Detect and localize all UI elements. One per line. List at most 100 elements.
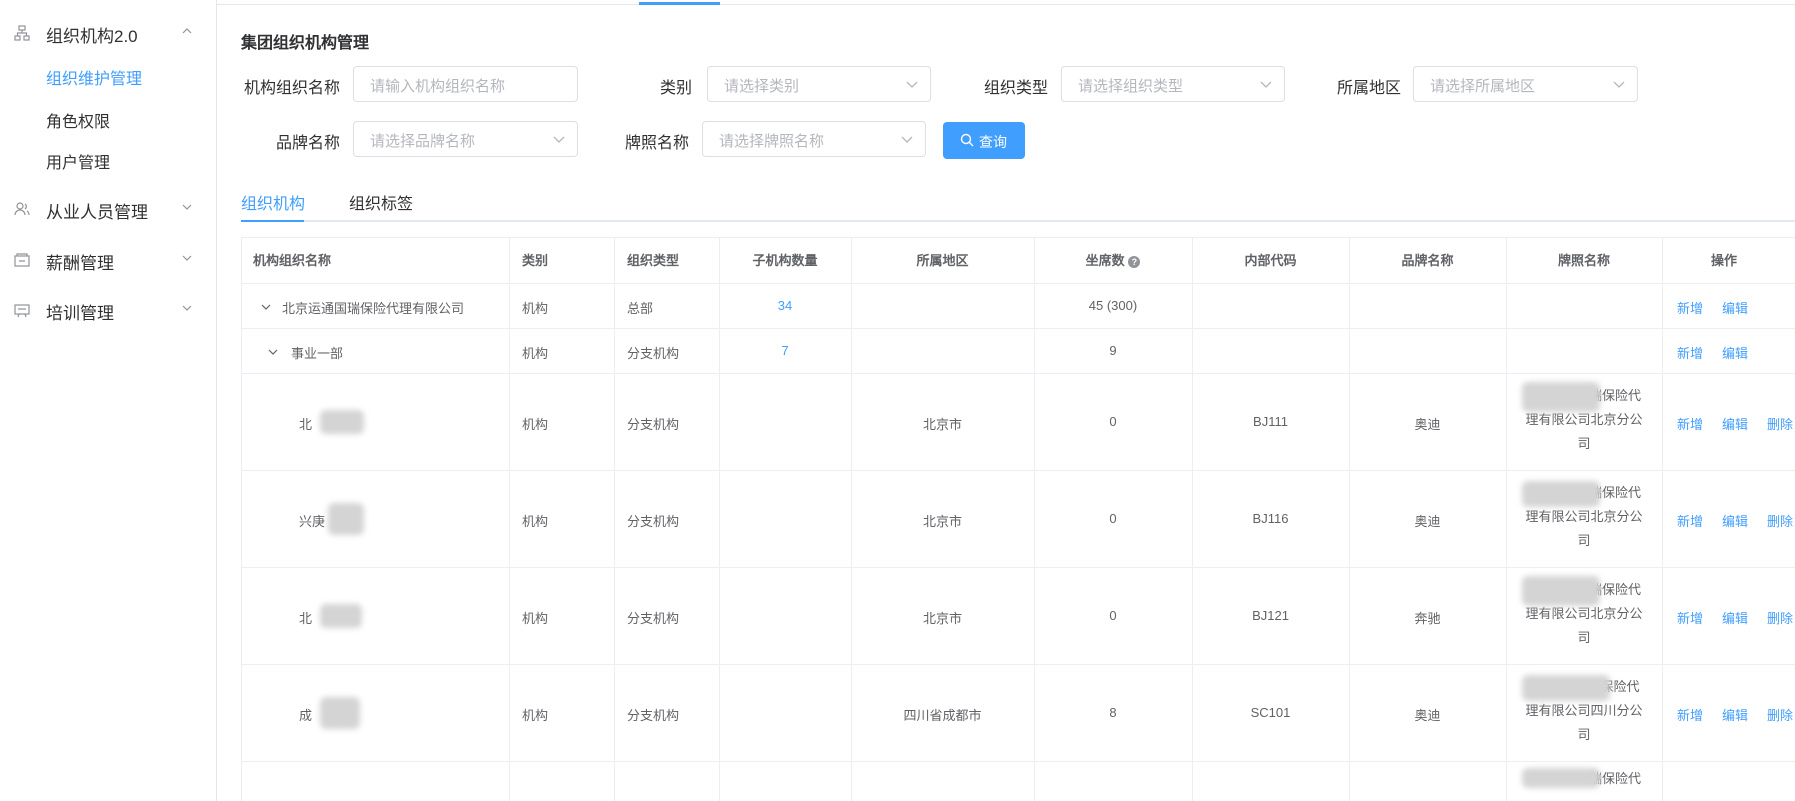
brand-select[interactable]: 请选择品牌名称: [353, 121, 578, 157]
chevron-down-icon: [901, 136, 913, 143]
license-select[interactable]: 请选择牌照名称: [702, 121, 926, 157]
action-delete[interactable]: 删除: [1767, 608, 1793, 627]
action-add[interactable]: 新增: [1677, 705, 1703, 724]
table-header: 机构组织名称 类别 组织类型 子机构数量 所属地区 坐席数 ? 内部代码 品牌名…: [242, 238, 1795, 284]
column-header-license: 牌照名称: [1557, 253, 1610, 268]
action-add[interactable]: 新增: [1677, 343, 1703, 362]
region-select[interactable]: 请选择所属地区: [1413, 66, 1638, 102]
cell-category: 机构: [522, 708, 549, 723]
redacted-blur: [1522, 675, 1610, 701]
expand-chevron-icon[interactable]: [267, 346, 279, 358]
chevron-down-icon: [182, 255, 192, 261]
cell-seats: 0: [1109, 414, 1117, 429]
chevron-down-icon: [553, 136, 565, 143]
cell-category: 机构: [522, 346, 549, 361]
redacted-blur: [328, 503, 364, 535]
cell-region: 四川省成都市: [903, 708, 982, 723]
action-add[interactable]: 新增: [1677, 511, 1703, 530]
redacted-blur: [320, 604, 362, 628]
menu-group-org[interactable]: 组织机构2.0: [0, 12, 216, 52]
license-placeholder: 请选择牌照名称: [719, 133, 825, 150]
redacted-blur: [1522, 382, 1600, 412]
table-row: 兴庚 机构 分支机构 北京市 0 BJ116 奥迪 瑞保险代 理有限公司北京分公…: [242, 471, 1795, 568]
cell-name: 事业一部: [291, 346, 344, 361]
action-add[interactable]: 新增: [1677, 608, 1703, 627]
action-add[interactable]: 新增: [1677, 298, 1703, 317]
cell-name: 兴庚: [299, 514, 326, 529]
top-tab-indicator: [639, 2, 720, 5]
cell-children-link[interactable]: 34: [719, 298, 851, 313]
cell-region: 北京市: [922, 611, 962, 626]
cell-type: 分支机构: [627, 514, 680, 529]
brand-placeholder: 请选择品牌名称: [370, 133, 476, 150]
cell-brand: 奔驰: [1414, 611, 1441, 626]
cell-type: 分支机构: [627, 708, 680, 723]
redacted-blur: [320, 697, 360, 729]
tab-org-structure[interactable]: 组织机构: [241, 190, 305, 214]
chevron-down-icon: [1260, 81, 1272, 88]
sidebar-item-role-permissions[interactable]: 角色权限: [46, 108, 110, 132]
org-type-select[interactable]: 请选择组织类型: [1061, 66, 1285, 102]
column-header-type: 组织类型: [627, 253, 680, 268]
query-button-label: 查询: [979, 134, 1007, 150]
action-delete[interactable]: 删除: [1767, 414, 1793, 433]
license-line: 司: [1577, 533, 1591, 548]
org-tree-icon: [14, 25, 30, 41]
menu-group-label: 从业人员管理: [46, 203, 148, 222]
wallet-icon: [14, 253, 30, 267]
region-placeholder: 请选择所属地区: [1430, 78, 1536, 95]
cell-type: 分支机构: [627, 611, 680, 626]
cell-category: 机构: [522, 611, 549, 626]
users-icon: [14, 202, 30, 216]
cell-region: 北京市: [922, 514, 962, 529]
redacted-blur: [1522, 481, 1600, 507]
cell-name: 北: [299, 417, 313, 432]
action-add[interactable]: 新增: [1677, 414, 1703, 433]
cell-children-link[interactable]: 7: [719, 343, 851, 358]
column-header-actions: 操作: [1711, 253, 1738, 268]
query-button[interactable]: 查询: [943, 122, 1025, 159]
cell-brand: 奥迪: [1414, 514, 1441, 529]
cell-name: 北京运通国瑞保险代理有限公司: [282, 301, 465, 316]
action-delete[interactable]: 删除: [1767, 511, 1793, 530]
menu-group-training[interactable]: 培训管理: [0, 289, 216, 329]
filter-label-brand: 品牌名称: [276, 135, 341, 152]
filter-label-category: 类别: [660, 80, 693, 97]
chevron-down-icon: [182, 204, 192, 210]
menu-group-staff[interactable]: 从业人员管理: [0, 188, 216, 228]
action-edit[interactable]: 编辑: [1722, 705, 1748, 724]
filter-label-org-type: 组织类型: [984, 80, 1049, 97]
action-delete[interactable]: 删除: [1767, 705, 1793, 724]
sidebar-item-org-maintenance[interactable]: 组织维护管理: [46, 65, 142, 89]
menu-group-salary[interactable]: 薪酬管理: [0, 239, 216, 279]
column-header-seats: 坐席数 ?: [1034, 238, 1192, 283]
cell-category: 机构: [522, 514, 549, 529]
cell-type: 总部: [627, 301, 654, 316]
table-row: 北 机构 分支机构 北京市 0 BJ111 奥迪 瑞保险代 理有限公司北京分公 …: [242, 374, 1795, 471]
license-line: 司: [1577, 727, 1591, 742]
table-row: 成 机构 分支机构 四川省成都市 8 SC101 奥迪 保险代 理有限公司四川分…: [242, 665, 1795, 762]
cell-brand: 奥迪: [1414, 708, 1441, 723]
cell-code: BJ116: [1252, 511, 1289, 526]
column-header-name: 机构组织名称: [253, 253, 332, 268]
tab-bar: 组织机构 组织标签: [241, 184, 1795, 222]
category-select[interactable]: 请选择类别: [707, 66, 931, 102]
column-header-brand: 品牌名称: [1401, 253, 1454, 268]
cell-type: 分支机构: [627, 417, 680, 432]
table-row: 瑞保险代: [242, 762, 1795, 801]
action-edit[interactable]: 编辑: [1722, 511, 1748, 530]
action-edit[interactable]: 编辑: [1722, 608, 1748, 627]
menu-group-label: 薪酬管理: [46, 254, 114, 273]
sidebar-item-user-management[interactable]: 用户管理: [46, 149, 110, 173]
action-edit[interactable]: 编辑: [1722, 343, 1748, 362]
org-type-placeholder: 请选择组织类型: [1078, 78, 1184, 95]
action-edit[interactable]: 编辑: [1722, 298, 1748, 317]
expand-chevron-icon[interactable]: [260, 301, 272, 313]
org-table: 机构组织名称 类别 组织类型 子机构数量 所属地区 坐席数 ? 内部代码 品牌名…: [241, 237, 1795, 801]
action-edit[interactable]: 编辑: [1722, 414, 1748, 433]
chevron-up-icon: [182, 28, 192, 34]
org-name-input[interactable]: 请输入机构组织名称: [353, 66, 578, 102]
help-icon[interactable]: ?: [1128, 255, 1141, 268]
top-border: [0, 0, 1795, 5]
tab-org-tags[interactable]: 组织标签: [349, 190, 413, 214]
